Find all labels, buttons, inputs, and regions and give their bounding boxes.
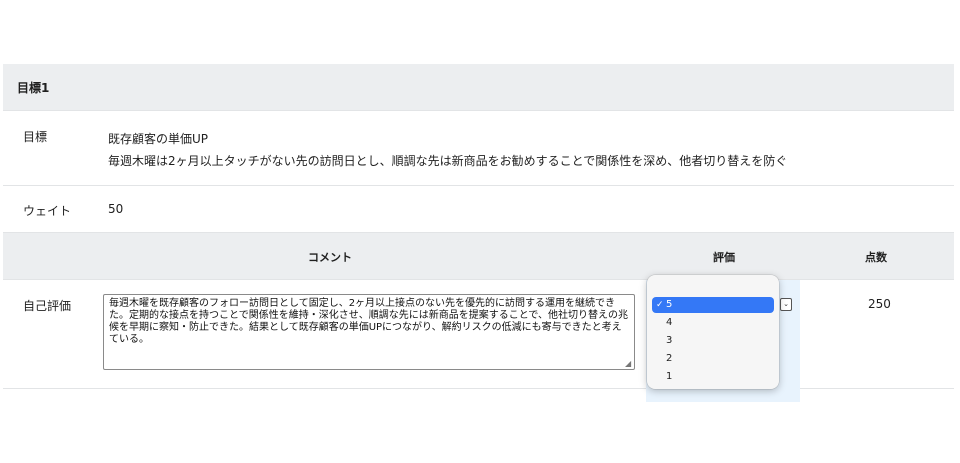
goal-panel: 目標1 目標 既存顧客の単価UP 毎週木曜は2ヶ月以上タッチがない先の訪問日とし… [3,64,954,402]
score-value: 250 [868,297,891,311]
weight-label: ウェイト [23,204,72,218]
resize-grip-icon[interactable]: ◢ [625,360,633,368]
goal-label: 目標 [23,130,48,144]
column-header-rating: 評価 [713,251,735,264]
goal-section-title: 目標1 [17,80,50,95]
rating-dropdown-menu: ✓ 5 4 3 2 1 [647,275,779,389]
column-header-comment: コメント [308,251,352,264]
goal-description: 毎週木曜は2ヶ月以上タッチがない先の訪問日とし、順調な先は新商品をお勧めすること… [108,154,788,168]
goal-section-header: 目標1 [3,64,954,111]
checkmark-icon: ✓ [656,300,664,310]
self-evaluation-row: 自己評価 毎週木曜を既存顧客のフォロー訪問日として固定し、2ヶ月以上接点のない先… [3,280,954,402]
rating-option-label: 4 [666,317,673,328]
evaluation-table-header: コメント 評価 点数 [3,233,954,280]
rating-option-3[interactable]: 3 [652,333,774,349]
rating-option-2[interactable]: 2 [652,351,774,367]
column-header-score: 点数 [865,251,887,264]
rating-option-label: 3 [666,335,673,346]
goal-row: 目標 既存顧客の単価UP 毎週木曜は2ヶ月以上タッチがない先の訪問日とし、順調な… [3,111,954,186]
weight-value: 50 [108,202,124,216]
rating-option-label: 1 [666,371,673,382]
rating-option-4[interactable]: 4 [652,315,774,331]
rating-option-5[interactable]: ✓ 5 [652,297,774,313]
self-evaluation-label: 自己評価 [23,299,72,313]
rating-option-label: 2 [666,353,673,364]
weight-row: ウェイト 50 [3,186,954,233]
rating-option-label: 5 [666,299,673,310]
goal-title: 既存顧客の単価UP [108,132,209,146]
self-evaluation-comment-input[interactable]: 毎週木曜を既存顧客のフォロー訪問日として固定し、2ヶ月以上接点のない先を優先的に… [103,294,635,370]
rating-option-1[interactable]: 1 [652,369,774,385]
rating-select-chevron-down-icon[interactable]: ⌄ [780,298,792,311]
